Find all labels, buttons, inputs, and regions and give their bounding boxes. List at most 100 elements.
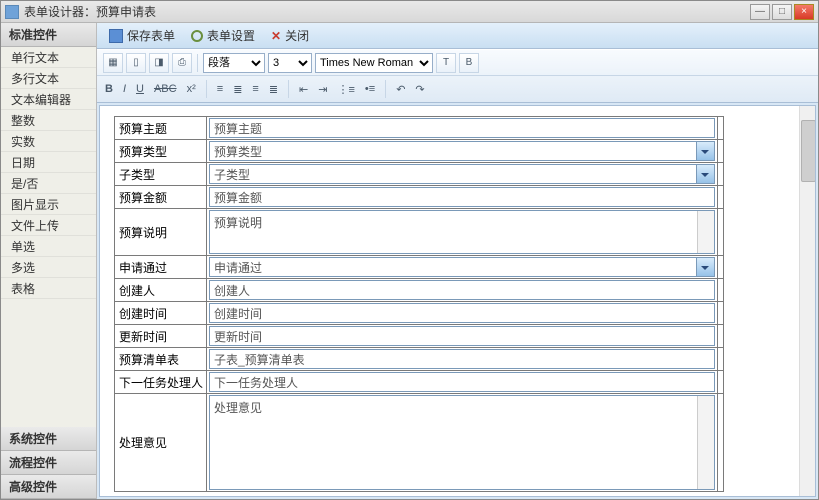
bgcolor-button[interactable]: B: [459, 53, 479, 73]
newpage-button[interactable]: ▯: [126, 53, 146, 73]
format-select[interactable]: 段落: [203, 53, 265, 73]
form-control-textarea-big[interactable]: 处理意见: [209, 395, 715, 490]
form-cell: 子表_预算清单表: [207, 348, 718, 371]
sidebar-item-integer[interactable]: 整数: [1, 110, 96, 131]
form-control-text[interactable]: 预算主题: [209, 118, 715, 138]
form-control-text[interactable]: 创建人: [209, 280, 715, 300]
form-control-select[interactable]: 申请通过: [209, 257, 715, 277]
form-label: 创建时间: [115, 302, 207, 325]
sidebar-item-radio[interactable]: 单选: [1, 236, 96, 257]
form-row: 申请通过申请通过: [115, 256, 724, 279]
align-left-button[interactable]: ≡: [215, 83, 225, 95]
undo-button[interactable]: ↶: [394, 83, 407, 96]
titlebar: 表单设计器：预算申请表 — □ ×: [1, 1, 818, 23]
form-label: 更新时间: [115, 325, 207, 348]
sep: [197, 54, 198, 72]
save-icon: [109, 29, 123, 43]
form-cell: 预算类型: [207, 140, 718, 163]
form-label: 处理意见: [115, 394, 207, 492]
sidebar-item-multiline[interactable]: 多行文本: [1, 68, 96, 89]
align-center-button[interactable]: ≣: [231, 83, 244, 96]
form-cell: 创建时间: [207, 302, 718, 325]
save-label: 保存表单: [127, 27, 175, 44]
sidebar-section-system[interactable]: 系统控件: [1, 427, 96, 451]
sidebar-section-flow[interactable]: 流程控件: [1, 451, 96, 475]
settings-label: 表单设置: [207, 27, 255, 44]
form-control-textarea[interactable]: 预算说明: [209, 210, 715, 254]
form-control-text[interactable]: 下一任务处理人: [209, 372, 715, 392]
superscript-button[interactable]: x²: [185, 83, 198, 95]
editor-row-1: ▦ ▯ ◨ ⎙ 段落 3 Times New Roman T B: [97, 50, 818, 76]
form-control-text[interactable]: 创建时间: [209, 303, 715, 323]
sep: [206, 80, 207, 98]
form-control-select[interactable]: 预算类型: [209, 141, 715, 161]
sidebar-item-richtext[interactable]: 文本编辑器: [1, 89, 96, 110]
bold-button[interactable]: B: [103, 83, 115, 95]
sep: [385, 80, 386, 98]
editor-row-2: B I U ABC x² ≡ ≣ ≡ ≣ ⇤ ⇥ ⋮≡ •≡ ↶: [97, 76, 818, 102]
sidebar-section-standard[interactable]: 标准控件: [1, 23, 96, 47]
form-control-text[interactable]: 子表_预算清单表: [209, 349, 715, 369]
templates-button[interactable]: ⎙: [172, 53, 192, 73]
form-table: 预算主题预算主题预算类型预算类型子类型子类型预算金额预算金额预算说明预算说明申请…: [114, 116, 724, 492]
form-row: 下一任务处理人下一任务处理人: [115, 371, 724, 394]
textcolor-button[interactable]: T: [436, 53, 456, 73]
form-row: 创建时间创建时间: [115, 302, 724, 325]
sidebar-item-singleline[interactable]: 单行文本: [1, 47, 96, 68]
settings-button[interactable]: 表单设置: [185, 25, 261, 46]
form-label: 预算主题: [115, 117, 207, 140]
list-ol-button[interactable]: ⋮≡: [335, 83, 356, 96]
form-row: 子类型子类型: [115, 163, 724, 186]
align-justify-button[interactable]: ≣: [267, 83, 280, 96]
spacer: [718, 186, 724, 209]
spacer: [718, 209, 724, 256]
close-button[interactable]: ×: [794, 4, 814, 20]
spacer: [718, 163, 724, 186]
save-button[interactable]: 保存表单: [103, 25, 181, 46]
body: 标准控件 单行文本 多行文本 文本编辑器 整数 实数 日期 是/否 图片显示 文…: [1, 23, 818, 499]
underline-button[interactable]: U: [134, 83, 146, 95]
sidebar-item-checkbox[interactable]: 多选: [1, 257, 96, 278]
editor-toolbar: ▦ ▯ ◨ ⎙ 段落 3 Times New Roman T B B I U A…: [97, 49, 818, 103]
sidebar-item-bool[interactable]: 是/否: [1, 173, 96, 194]
sidebar-item-image[interactable]: 图片显示: [1, 194, 96, 215]
minimize-button[interactable]: —: [750, 4, 770, 20]
textarea-scroll[interactable]: [697, 211, 714, 253]
sidebar-item-float[interactable]: 实数: [1, 131, 96, 152]
form-row: 预算说明预算说明: [115, 209, 724, 256]
textarea-scroll[interactable]: [697, 396, 714, 489]
form-cell: 创建人: [207, 279, 718, 302]
strike-button[interactable]: ABC: [152, 83, 179, 95]
maximize-button[interactable]: □: [772, 4, 792, 20]
spacer: [718, 279, 724, 302]
preview-button[interactable]: ◨: [149, 53, 169, 73]
close-form-button[interactable]: ✕关闭: [265, 25, 315, 46]
sidebar-item-table[interactable]: 表格: [1, 278, 96, 299]
form-cell: 预算金额: [207, 186, 718, 209]
italic-button[interactable]: I: [121, 83, 128, 95]
canvas[interactable]: 预算主题预算主题预算类型预算类型子类型子类型预算金额预算金额预算说明预算说明申请…: [99, 105, 816, 497]
sidebar-section-advanced[interactable]: 高级控件: [1, 475, 96, 499]
align-right-button[interactable]: ≡: [250, 83, 260, 95]
form-control-text[interactable]: 更新时间: [209, 326, 715, 346]
form-control-text[interactable]: 预算金额: [209, 187, 715, 207]
list-ul-button[interactable]: •≡: [363, 83, 377, 95]
outdent-button[interactable]: ⇤: [297, 83, 310, 96]
form-cell: 下一任务处理人: [207, 371, 718, 394]
vertical-scrollbar[interactable]: [799, 106, 815, 496]
toolbar: 保存表单 表单设置 ✕关闭: [97, 23, 818, 49]
indent-button[interactable]: ⇥: [316, 83, 329, 96]
spacer: [718, 140, 724, 163]
font-select[interactable]: Times New Roman: [315, 53, 433, 73]
form-row: 预算清单表子表_预算清单表: [115, 348, 724, 371]
close-icon: ✕: [271, 29, 281, 43]
redo-button[interactable]: ↷: [413, 83, 426, 96]
source-button[interactable]: ▦: [103, 53, 123, 73]
form-control-select[interactable]: 子类型: [209, 164, 715, 184]
size-select[interactable]: 3: [268, 53, 312, 73]
form-label: 下一任务处理人: [115, 371, 207, 394]
sep: [288, 80, 289, 98]
sidebar: 标准控件 单行文本 多行文本 文本编辑器 整数 实数 日期 是/否 图片显示 文…: [1, 23, 97, 499]
sidebar-item-file[interactable]: 文件上传: [1, 215, 96, 236]
sidebar-item-date[interactable]: 日期: [1, 152, 96, 173]
